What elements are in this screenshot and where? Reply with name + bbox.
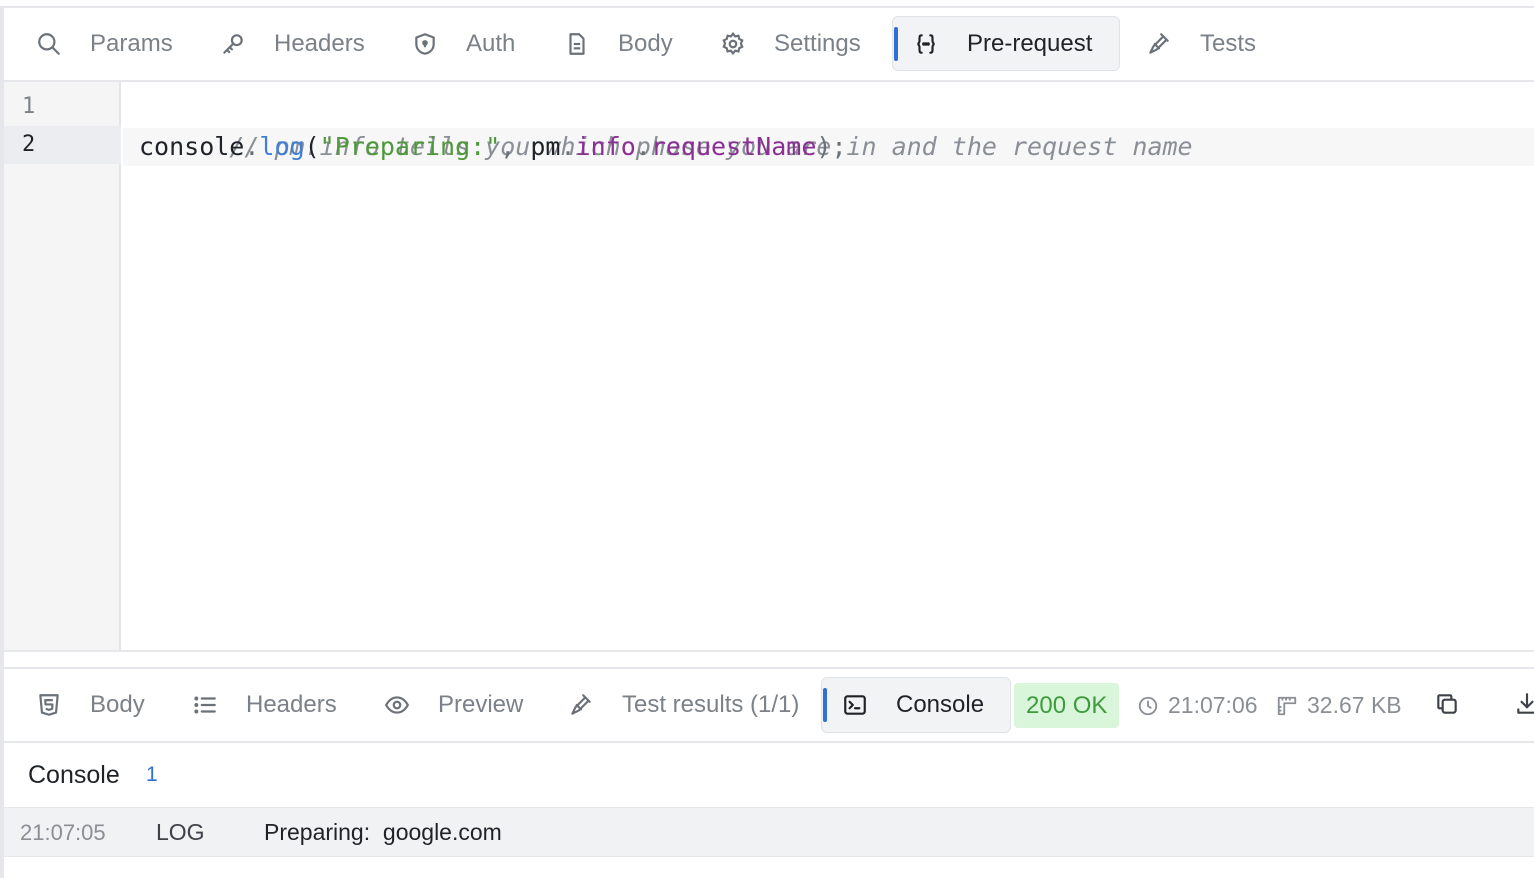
- tab-label: Params: [90, 29, 173, 57]
- line-number-active: 2: [4, 126, 121, 164]
- console-header: Console 1: [4, 743, 1534, 807]
- response-tab-console[interactable]: Console: [821, 677, 1011, 733]
- html5-icon: [36, 692, 62, 718]
- code-token: log: [259, 132, 305, 161]
- log-level: LOG: [156, 819, 205, 845]
- tab-label: Test results (1/1): [622, 691, 800, 718]
- response-tab-preview[interactable]: Preview: [384, 677, 544, 733]
- code-token: (: [304, 132, 320, 161]
- tab-label: Headers: [274, 29, 365, 57]
- copy-icon: [1434, 694, 1460, 721]
- console-count-badge: 1: [146, 763, 158, 786]
- list-icon: [192, 692, 218, 718]
- response-time: 21:07:06: [1137, 683, 1258, 728]
- tab-label: Body: [618, 29, 673, 57]
- active-tab-indicator: [823, 688, 827, 722]
- request-tab-bar: Params Headers Auth Body Settings Pre-re…: [4, 8, 1534, 82]
- line-number-gutter: 1 2: [4, 82, 121, 650]
- document-icon: [564, 31, 590, 57]
- response-tab-test-results[interactable]: Test results (1/1): [568, 677, 808, 733]
- eye-icon: [384, 692, 410, 718]
- gear-icon: [720, 31, 746, 57]
- tab-body[interactable]: Body: [564, 16, 694, 71]
- copy-button[interactable]: [1434, 691, 1460, 717]
- script-editor[interactable]: 1 2 // pm.info tells you which phase you…: [4, 82, 1534, 650]
- tab-label: Auth: [466, 29, 516, 57]
- terminal-icon: [842, 692, 868, 718]
- code-token: pm: [530, 132, 561, 161]
- log-message: Preparing: google.com: [264, 819, 502, 845]
- flask-icon: [568, 692, 594, 718]
- ruler-icon: [1276, 695, 1298, 717]
- download-button[interactable]: [1514, 691, 1534, 717]
- tab-label: Body: [90, 691, 145, 718]
- response-size: 32.67 KB: [1276, 683, 1402, 728]
- response-tab-body[interactable]: Body: [36, 677, 176, 733]
- code-token: "Preparing:": [319, 132, 501, 161]
- tab-auth[interactable]: Auth: [412, 16, 542, 71]
- code-token: requestName: [650, 132, 817, 161]
- status-badge: 200 OK: [1014, 683, 1120, 728]
- log-timestamp: 21:07:05: [20, 820, 106, 845]
- tab-label: Headers: [246, 691, 337, 718]
- tab-tests[interactable]: Tests: [1146, 16, 1276, 71]
- console-title: Console: [28, 761, 120, 789]
- code-line-2[interactable]: console.log("Preparing:", pm.info.reques…: [139, 128, 847, 166]
- search-icon: [36, 31, 62, 57]
- clock-icon: [1137, 695, 1159, 717]
- code-token: .: [244, 132, 260, 161]
- tab-label: Preview: [438, 691, 524, 718]
- tab-label: Console: [896, 691, 985, 718]
- code-token: .: [560, 132, 576, 161]
- download-icon: [1514, 693, 1534, 721]
- tab-label: Pre-request: [967, 29, 1093, 57]
- code-token: console: [139, 132, 245, 161]
- tab-label: Tests: [1200, 29, 1257, 57]
- flask-icon: [1146, 31, 1172, 57]
- braces-icon: [913, 31, 939, 57]
- response-time-value: 21:07:06: [1168, 692, 1258, 718]
- console-log-row[interactable]: 21:07:05 LOG Preparing: google.com: [4, 807, 1534, 857]
- active-tab-indicator: [894, 27, 898, 61]
- tab-headers[interactable]: Headers: [220, 16, 390, 71]
- line-number: 1: [22, 94, 36, 119]
- tab-settings[interactable]: Settings: [720, 16, 890, 71]
- response-size-value: 32.67 KB: [1307, 692, 1402, 718]
- tab-pre-request[interactable]: Pre-request: [892, 16, 1120, 71]
- pane-divider[interactable]: [4, 650, 1534, 652]
- key-icon: [220, 31, 246, 57]
- tab-params[interactable]: Params: [36, 16, 196, 71]
- response-tab-headers[interactable]: Headers: [192, 677, 362, 733]
- response-tab-bar: Body Headers Preview Test results (1/1): [4, 669, 1534, 743]
- code-token: ,: [500, 132, 531, 161]
- app-frame: Params Headers Auth Body Settings Pre-re…: [0, 0, 1534, 878]
- tab-label: Settings: [774, 29, 861, 57]
- code-token: .: [635, 132, 651, 161]
- shield-icon: [412, 31, 438, 57]
- code-token: info: [575, 132, 636, 161]
- code-line-1[interactable]: // pm.info tells you which phase you are…: [139, 90, 1192, 161]
- code-token: );: [816, 132, 847, 161]
